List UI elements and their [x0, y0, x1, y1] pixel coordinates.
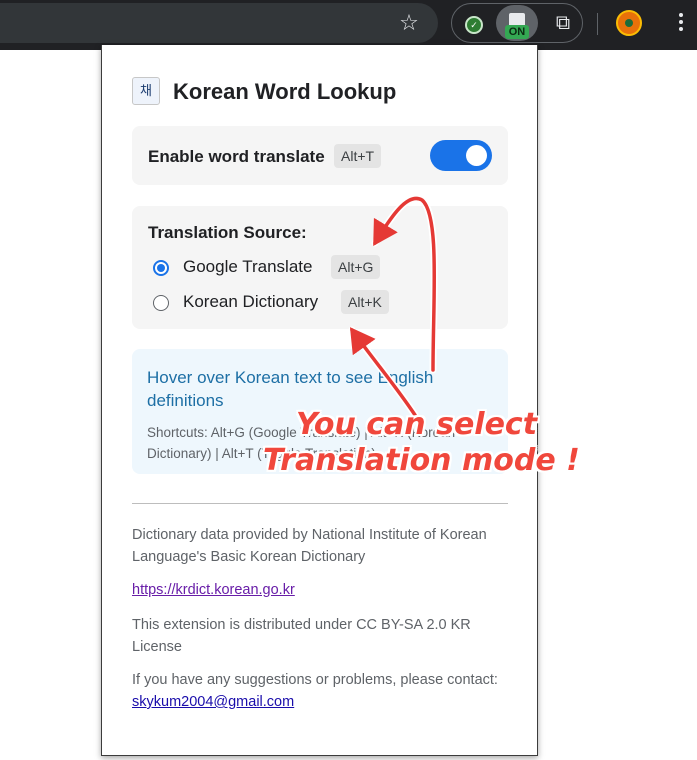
check-extension-icon[interactable]: ✓: [465, 16, 483, 34]
toggle-knob: [466, 145, 487, 166]
popup-title: Korean Word Lookup: [173, 79, 397, 104]
annotation-line-2: Translation mode !: [263, 443, 580, 478]
radio-korean-dictionary[interactable]: [153, 295, 169, 311]
google-shortcut-badge: Alt+G: [331, 255, 381, 279]
on-badge: ON: [505, 25, 529, 39]
option-label-dictionary[interactable]: Korean Dictionary: [183, 292, 318, 312]
address-bar[interactable]: [0, 3, 438, 43]
divider: [132, 503, 508, 504]
dictionary-shortcut-badge: Alt+K: [341, 290, 389, 314]
annotation-line-1: You can select: [296, 407, 538, 442]
contact-prompt: If you have any suggestions or problems,…: [132, 672, 498, 688]
contact-email-link[interactable]: skykum2004@gmail.com: [132, 694, 294, 710]
translation-source-card: Translation Source: Google Translate Alt…: [132, 206, 508, 329]
toolbar-divider: [597, 13, 598, 35]
krdict-link[interactable]: https://krdict.korean.go.kr: [132, 582, 295, 598]
info-text: Hover over Korean text to see English de…: [147, 368, 434, 410]
profile-avatar-icon[interactable]: [616, 10, 642, 36]
enable-shortcut-badge: Alt+T: [334, 144, 382, 168]
source-title: Translation Source:: [148, 223, 307, 242]
attribution-text: Dictionary data provided by National Ins…: [132, 527, 487, 565]
radio-google-translate[interactable]: [153, 260, 169, 276]
bookmark-star-icon[interactable]: ☆: [396, 10, 422, 36]
enable-card: Enable word translate Alt+T: [132, 126, 508, 185]
license-text: This extension is distributed under CC B…: [132, 617, 471, 655]
app-logo-icon: 채: [132, 77, 160, 105]
extension-popup: 채 Korean Word Lookup Enable word transla…: [101, 45, 538, 756]
enable-toggle[interactable]: [430, 140, 492, 171]
kebab-menu-icon[interactable]: [676, 11, 686, 37]
option-label-google[interactable]: Google Translate: [183, 257, 312, 277]
puzzle-icon[interactable]: ⧉: [551, 11, 575, 35]
browser-toolbar: ☆ ✓ ON ⧉: [0, 0, 697, 50]
enable-label: Enable word translate: [148, 147, 325, 166]
